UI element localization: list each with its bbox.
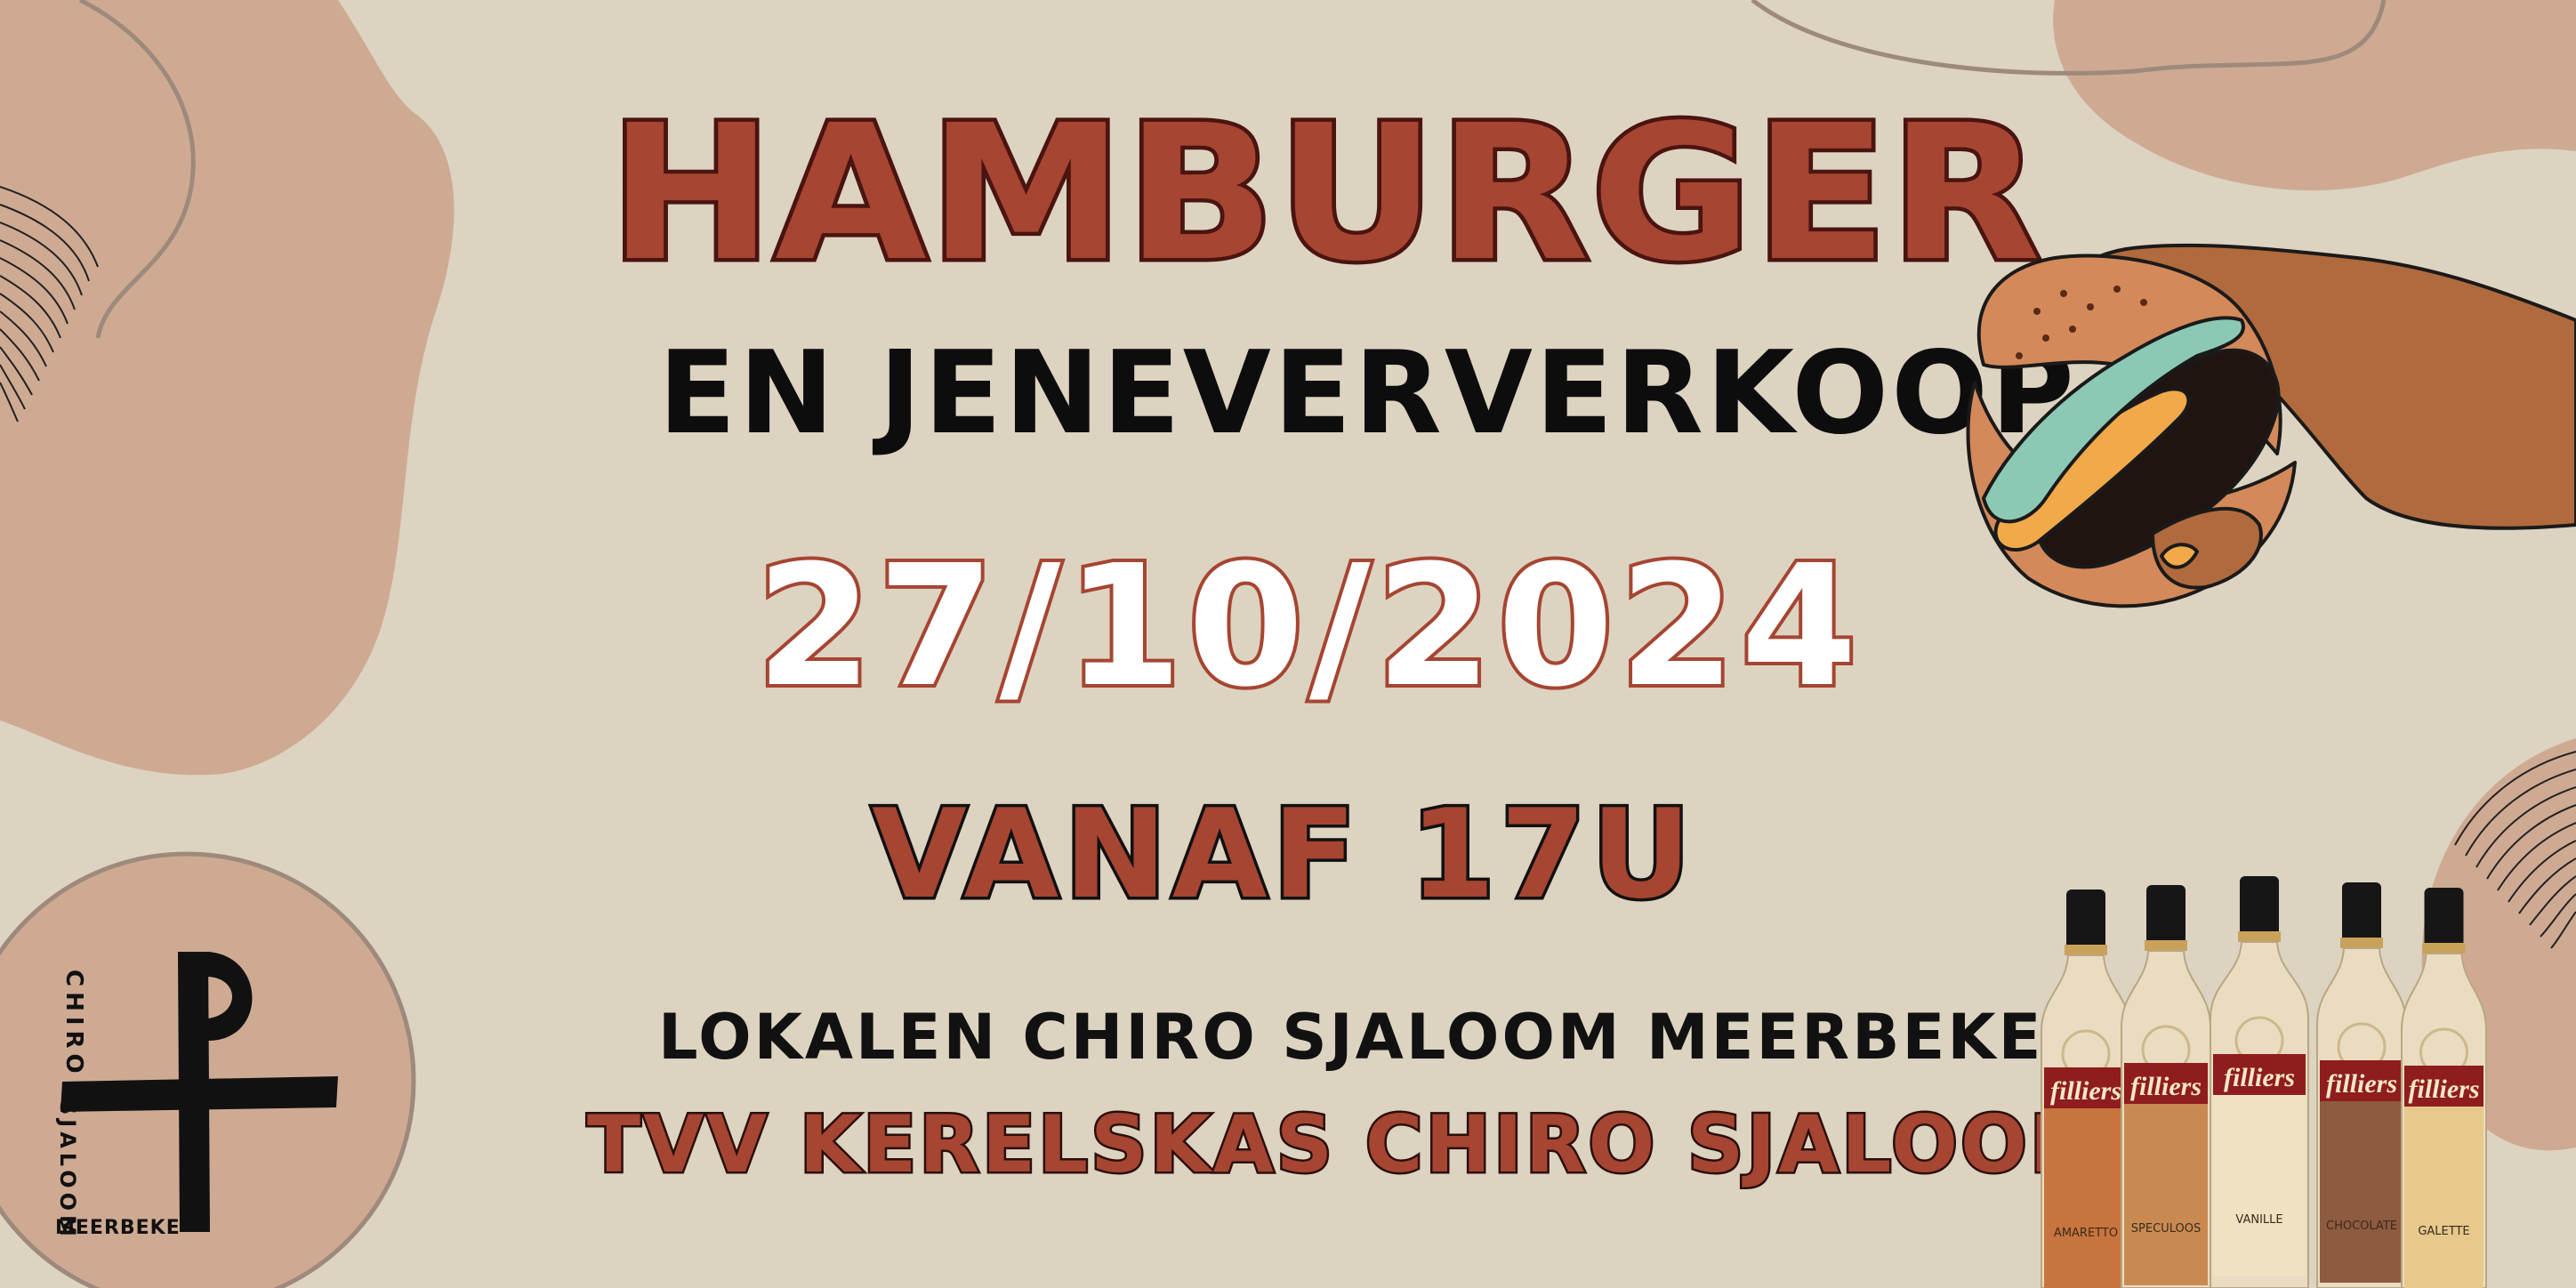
bottle-brand-label: filliers — [2224, 1063, 2295, 1092]
bottle-flavor-label: GALETTE — [2418, 1225, 2469, 1238]
bottle-vanille: filliers VANILLE — [2210, 876, 2309, 1288]
bottle-chocolate: filliers CHOCOLATE — [2316, 882, 2407, 1288]
bottle-brand-label: filliers — [2326, 1069, 2397, 1099]
bottle-galette: filliers GALETTE — [2401, 888, 2487, 1288]
bottle-flavor-label: AMARETTO — [2054, 1227, 2118, 1240]
bottle-amaretto: filliers AMARETTO — [2041, 890, 2131, 1288]
bottle-brand-label: filliers — [2409, 1075, 2480, 1104]
jenever-bottles: filliersAMARETTOfilliersSPECULOOSfillier… — [2041, 876, 2487, 1288]
bottle-speculoos: filliers SPECULOOS — [2121, 885, 2211, 1288]
event-poster: HAMBURGER EN JENEVERVERKOOP 27/10/2024 V… — [0, 0, 2576, 1288]
bottle-flavor-label: VANILLE — [2235, 1213, 2282, 1227]
bottle-flavor-label: CHOCOLATE — [2326, 1220, 2397, 1233]
bottle-brand-label: filliers — [2130, 1072, 2202, 1101]
bottle-flavor-label: SPECULOOS — [2131, 1222, 2201, 1236]
bottle-brand-label: filliers — [2050, 1076, 2121, 1106]
